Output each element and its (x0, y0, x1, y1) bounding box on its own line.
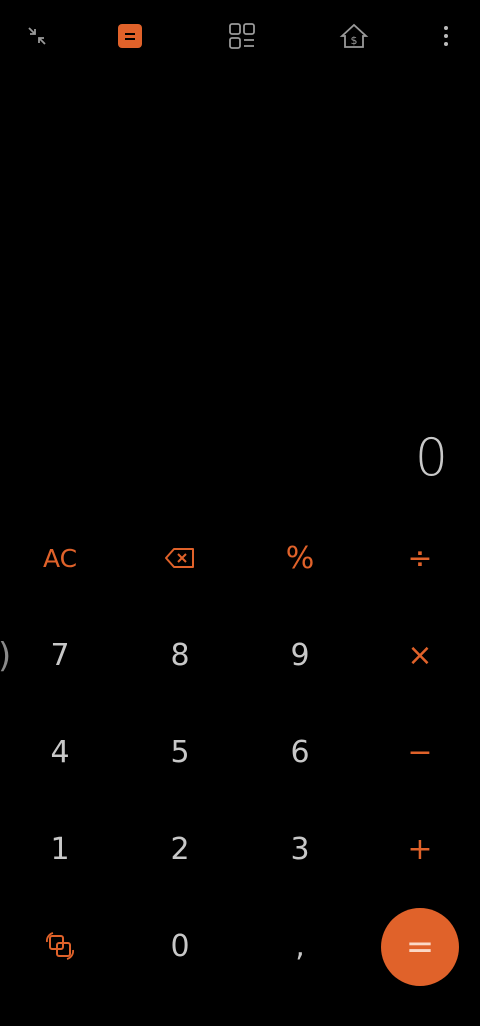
digit-4-button[interactable]: 4 (0, 704, 120, 800)
currency-icon[interactable]: $ (338, 20, 370, 52)
decimal-comma-button[interactable]: , (240, 898, 360, 994)
digit-8-button[interactable]: 8 (120, 607, 240, 703)
minus-button[interactable]: − (360, 704, 480, 800)
percent-button[interactable]: % (240, 510, 360, 606)
digit-3-button[interactable]: 3 (240, 801, 360, 897)
digit-2-button[interactable]: 2 (120, 801, 240, 897)
rotate-swap-icon (46, 932, 74, 960)
svg-text:$: $ (351, 34, 358, 47)
keypad: AC % ÷ 7 8 9 × 4 5 6 − 1 2 3 + 0 , = (0, 510, 480, 1010)
converter-grid-icon[interactable] (226, 20, 258, 52)
digit-7-button[interactable]: 7 (0, 607, 120, 703)
switch-mode-button[interactable] (0, 898, 120, 994)
collapse-icon[interactable] (21, 20, 53, 52)
more-vert-icon[interactable] (430, 20, 462, 52)
backspace-icon (165, 548, 194, 568)
calculator-mode-icon[interactable] (114, 20, 146, 52)
digit-0-button[interactable]: 0 (120, 898, 240, 994)
digit-6-button[interactable]: 6 (240, 704, 360, 800)
digit-5-button[interactable]: 5 (120, 704, 240, 800)
plus-button[interactable]: + (360, 801, 480, 897)
equals-button[interactable]: = (381, 908, 459, 986)
digit-9-button[interactable]: 9 (240, 607, 360, 703)
result-display: 0 (414, 428, 448, 488)
backspace-button[interactable] (120, 510, 240, 606)
multiply-button[interactable]: × (360, 607, 480, 703)
clear-button[interactable]: AC (0, 510, 120, 606)
top-toolbar: $ (0, 0, 480, 72)
digit-1-button[interactable]: 1 (0, 801, 120, 897)
divide-button[interactable]: ÷ (360, 510, 480, 606)
